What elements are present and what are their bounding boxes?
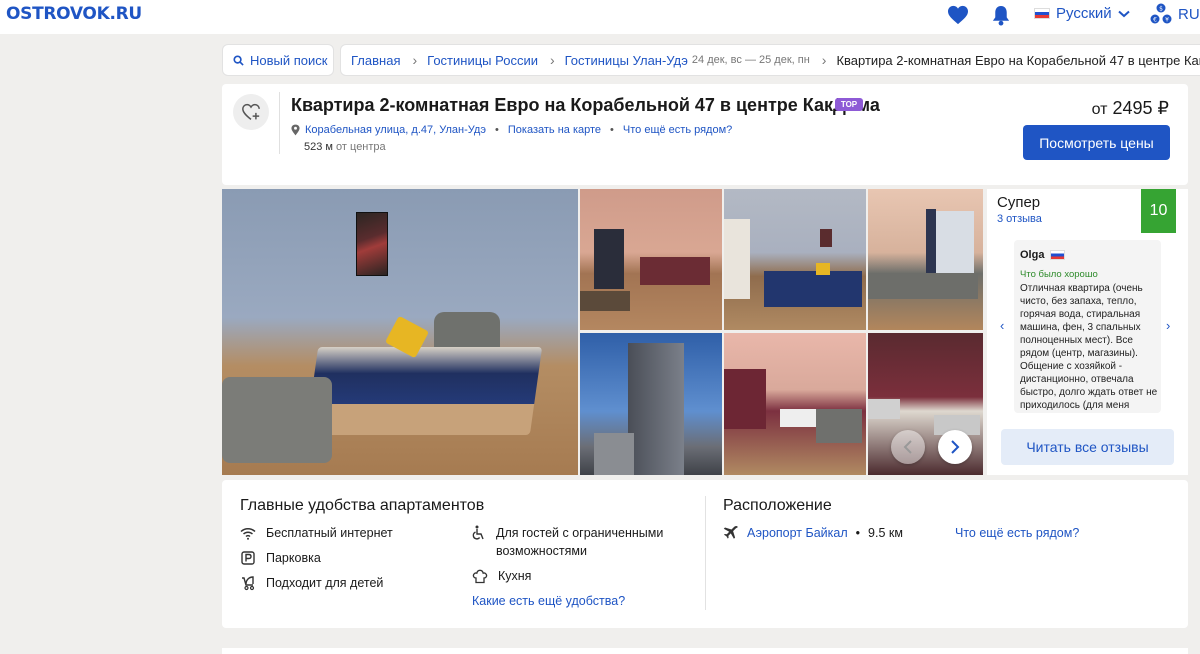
top-header: OSTROVOK.RU Русский $ € ¥ RUB [0,0,1200,34]
language-selector[interactable]: Русский [1034,5,1130,22]
price-prefix: от [1091,101,1108,118]
currency-icon: $ € ¥ [1150,3,1172,24]
search-icon [233,54,244,66]
gallery-next-button[interactable] [938,430,972,464]
breadcrumb-russia-hotels[interactable]: Гостиницы России [427,53,538,68]
chevron-right-icon: › [821,52,827,68]
new-search-button[interactable]: Новый поиск [222,44,334,76]
divider [279,92,280,154]
review-card: Olga Что было хорошо Отличная квартира (… [1014,240,1161,413]
currency-selector[interactable]: $ € ¥ RUB [1150,3,1200,25]
amenity-label: Подходит для детей [266,576,384,590]
chevron-down-icon [1118,10,1130,17]
svg-text:€: € [1153,17,1157,24]
site-logo[interactable]: OSTROVOK.RU [6,4,142,24]
language-label: Русский [1056,5,1112,22]
bell-icon[interactable] [989,4,1013,26]
svg-text:$: $ [1159,6,1163,13]
main-photo[interactable] [222,189,578,475]
chevron-right-icon [951,440,960,454]
distance-label: от центра [336,141,386,153]
photo-thumbnail[interactable] [724,189,866,330]
photo-thumbnail[interactable] [580,189,722,330]
reviews-count-link[interactable]: 3 отзыва [997,213,1042,225]
location-whats-near-link[interactable]: Что ещё есть рядом? [955,526,1079,540]
location-pin-icon [291,124,300,136]
wifi-icon [240,525,256,541]
photo-thumbnail[interactable] [868,189,983,330]
chevron-right-icon: › [412,52,418,68]
breadcrumb-current: Квартира 2-комнатная Евро на Корабельной… [836,52,1200,68]
currency-label: RUB [1178,5,1200,23]
parking-icon [240,550,256,566]
amenity-label: Кухня [498,569,532,583]
chef-hat-icon [472,568,488,584]
breadcrumb-home[interactable]: Главная [351,53,400,68]
divider [705,496,706,610]
chevron-right-icon: › [549,52,555,68]
airport-item: Аэропорт Байкал • 9.5 км [723,525,903,541]
heart-icon[interactable] [946,4,970,26]
reviews-panel: Супер 3 отзыва 10 ‹ Olga Что было хорошо… [987,189,1188,475]
amenity-item: Подходит для детей [240,574,383,592]
rating-word: Супер [997,194,1041,211]
whats-near-link[interactable]: Что ещё есть рядом? [623,124,732,136]
next-section-edge [222,648,1188,654]
new-search-label: Новый поиск [250,52,328,68]
russia-flag-icon [1034,8,1050,19]
accessibility-icon [472,525,486,541]
amenity-item: Для гостей с ограниченными возможностями [472,524,692,560]
read-all-reviews-button[interactable]: Читать все отзывы [1001,429,1174,465]
stroller-icon [240,575,256,591]
photo-thumbnail[interactable] [724,333,866,475]
breadcrumb-dates: 24 дек, вс — 25 дек, пн [691,54,810,66]
price-value: 2495 ₽ [1112,98,1170,118]
top-badge: TOP [835,98,863,111]
airport-link[interactable]: Аэропорт Байкал [747,526,848,540]
price: от 2495 ₽ [1092,98,1169,119]
view-prices-button[interactable]: Посмотреть цены [1023,125,1170,160]
amenity-label: Бесплатный интернет [266,526,393,540]
heart-plus-icon [242,103,260,120]
hotel-title: Квартира 2-комнатная Евро на Корабельной… [291,95,880,115]
rating-score: 10 [1141,189,1176,233]
breadcrumb-city-hotels[interactable]: Гостиницы Улан-Удэ [565,53,688,68]
hotel-address[interactable]: Корабельная улица, д.47, Улан-Удэ [305,124,486,136]
chevron-left-icon [903,440,912,454]
russia-flag-icon [1050,250,1066,260]
amenity-label: Для гостей с ограниченными возможностями [496,526,664,558]
review-text: Отличная квартира (очень чисто, без запа… [1020,283,1158,411]
gallery-prev-button[interactable] [891,430,925,464]
review-prev-button[interactable]: ‹ [1000,318,1004,333]
review-author: Olga [1020,249,1066,261]
amenity-item: Парковка [240,549,321,567]
amenity-label: Парковка [266,551,321,565]
review-good-label: Что было хорошо [1020,269,1098,280]
location-heading: Расположение [723,497,832,514]
distance-to-center: 523 м от центра [304,141,386,153]
review-author-name: Olga [1020,249,1045,261]
photo-thumbnail[interactable] [580,333,722,475]
airplane-icon [723,525,738,539]
amenity-item: Кухня [472,567,531,585]
review-next-button[interactable]: › [1166,318,1170,333]
amenity-item: Бесплатный интернет [240,524,393,542]
amenities-heading: Главные удобства апартаментов [240,497,485,514]
airport-distance: 9.5 км [868,526,903,540]
svg-text:¥: ¥ [1165,17,1169,24]
show-on-map-link[interactable]: Показать на карте [508,124,601,136]
hotel-info-card: Квартира 2-комнатная Евро на Корабельной… [222,84,1188,185]
address-row: Корабельная улица, д.47, Улан-Удэ • Пока… [291,124,732,136]
distance-value: 523 м [304,141,333,153]
amenities-card: Главные удобства апартаментов Бесплатный… [222,480,1188,628]
add-to-favorites-button[interactable] [233,94,269,130]
more-amenities-link[interactable]: Какие есть ещё удобства? [472,594,625,608]
breadcrumb: Главная › Гостиницы России › Гостиницы У… [340,44,1200,76]
